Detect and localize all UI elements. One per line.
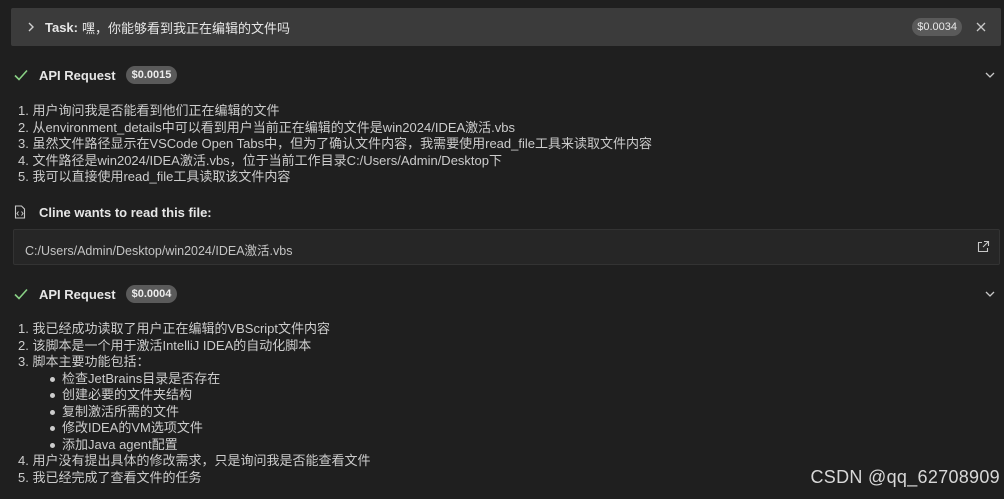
list-item: 5. 我已经完成了查看文件的任务 [18,469,202,485]
file-code-icon [14,205,26,219]
list-subitem: 修改IDEA的VM选项文件 [18,420,370,437]
cost-badge: $0.0015 [125,66,178,84]
cost-badge: $0.0004 [125,285,178,303]
watermark: CSDN @qq_62708909 [810,467,1000,487]
list-item: 1. 我已经成功读取了用户正在编辑的VBScript文件内容 [18,321,331,336]
check-icon [14,69,28,81]
list-item: 3. 脚本主要功能包括： [18,354,150,369]
api-request-reasoning-list: 1. 用户询问我是否能看到他们正在编辑的文件 2. 从environment_d… [18,103,652,186]
list-item: 1. 用户询问我是否能看到他们正在编辑的文件 [18,103,280,118]
task-cost-badge: $0.0034 [912,18,962,36]
list-subitem: 复制激活所需的文件 [18,404,370,421]
list-item: 5. 我可以直接使用read_file工具读取该文件内容 [18,169,291,184]
check-icon [14,288,28,300]
api-request-title: API Request [39,67,116,83]
list-item: 2. 该脚本是一个用于激活IntelliJ IDEA的自动化脚本 [18,337,312,353]
cline-chat-panel: Task: 嘿，你能够看到我正在编辑的文件吗 $0.0034 API Reque… [0,0,1004,499]
read-file-title: Cline wants to read this file: [39,204,212,220]
list-subitem: 检查JetBrains目录是否存在 [18,371,370,388]
api-request-reasoning-list: 1. 我已经成功读取了用户正在编辑的VBScript文件内容 2. 该脚本是一个… [18,321,370,486]
api-request-header[interactable]: API Request $0.0015 [0,63,1004,87]
file-path[interactable]: C:/Users/Admin/Desktop/win2024/IDEA激活.vb… [25,240,292,259]
task-label: Task: [45,19,78,35]
list-subitem: 创建必要的文件夹结构 [18,387,370,404]
api-request-header[interactable]: API Request $0.0004 [0,282,1004,306]
list-item: 4. 文件路径是win2024/IDEA激活.vbs，位于当前工作目录C:/Us… [18,152,502,168]
close-icon[interactable] [975,21,987,33]
task-text: 嘿，你能够看到我正在编辑的文件吗 [82,20,291,36]
chevron-down-icon[interactable] [984,288,996,300]
list-item: 4. 用户没有提出具体的修改需求，只是询问我是否能查看文件 [18,453,371,468]
task-header[interactable]: Task: 嘿，你能够看到我正在编辑的文件吗 $0.0034 [11,8,1001,46]
list-item: 3. 虽然文件路径显示在VSCode Open Tabs中，但为了确认文件内容，… [18,136,652,151]
list-item: 2. 从environment_details中可以看到用户当前正在编辑的文件是… [18,119,516,135]
chevron-right-icon[interactable] [25,21,37,33]
list-subitem: 添加Java agent配置 [18,437,370,454]
file-path-box[interactable]: C:/Users/Admin/Desktop/win2024/IDEA激活.vb… [13,229,1000,265]
read-file-header: Cline wants to read this file: [0,202,600,222]
link-external-icon[interactable] [977,240,990,253]
chevron-down-icon[interactable] [984,69,996,81]
api-request-title: API Request [39,286,116,302]
